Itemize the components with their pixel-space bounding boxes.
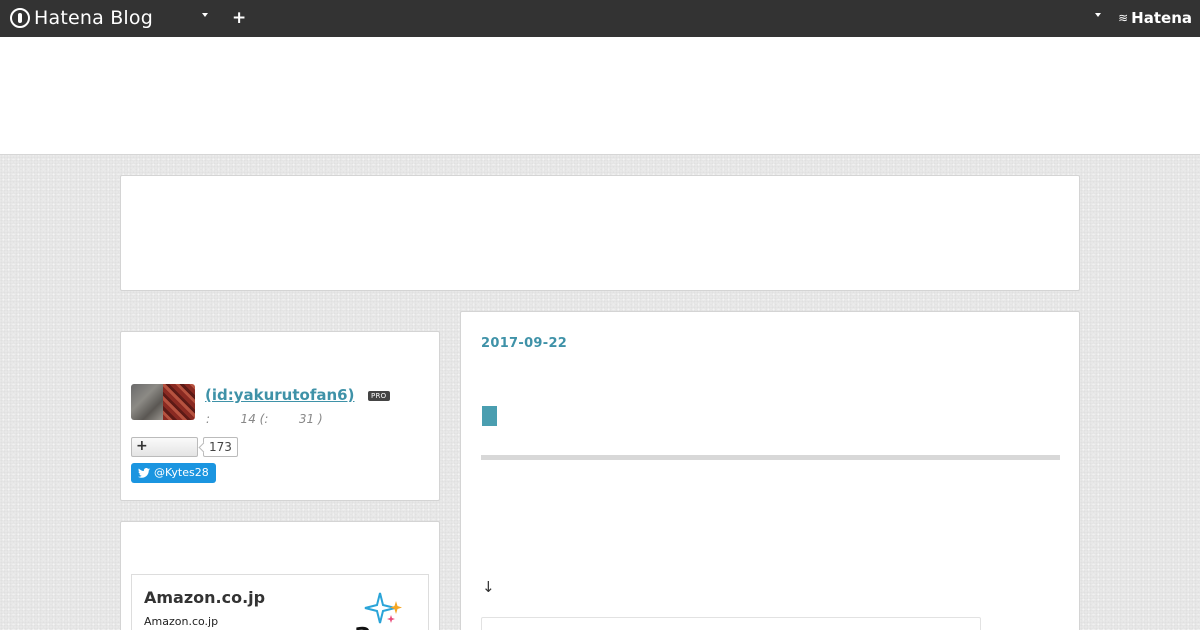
amazon-card[interactable]: Amazon.co.jp Amazon.co.jp a [131, 574, 429, 630]
amazon-subtitle: Amazon.co.jp [144, 615, 219, 628]
pro-badge: PRO [368, 391, 390, 401]
title-divider [481, 455, 1060, 460]
embed-card[interactable] [481, 617, 981, 630]
profile-meta: : 14 (: 31 ) [206, 412, 323, 426]
entry-date[interactable]: 2017-09-22 [481, 336, 567, 351]
amazon-module: Amazon.co.jp Amazon.co.jp a [120, 521, 440, 630]
entry-title-marker[interactable] [482, 406, 497, 426]
profile-id-link[interactable]: (id:yakurutofan6) [205, 386, 354, 404]
amazon-title: Amazon.co.jp [144, 588, 266, 607]
hatena-blog-logo[interactable]: Hatena Blog [10, 6, 153, 30]
follow-button[interactable]: + [131, 437, 198, 457]
amazon-logo-icon: a [354, 592, 402, 630]
twitter-follow-button[interactable]: @Kytes28 [131, 463, 216, 483]
profile-module: (id:yakurutofan6) PRO : 14 (: 31 ) + 173… [120, 331, 440, 501]
twitter-bird-icon [138, 468, 150, 478]
avatar[interactable] [131, 384, 195, 420]
article-entry: 2017-09-22 ↓ [460, 311, 1080, 630]
blog-header [0, 37, 1200, 155]
follower-count: 173 [203, 437, 238, 457]
new-post-button[interactable]: + [232, 8, 246, 28]
logo-text: Hatena Blog [34, 7, 153, 29]
user-menu-chevron-down-icon[interactable] [1095, 13, 1101, 17]
hatena-logo[interactable]: ≋ Hatena [1118, 9, 1192, 27]
blog-menu-chevron-down-icon[interactable] [202, 13, 208, 17]
global-header: Hatena Blog + ≋ Hatena [0, 0, 1200, 37]
down-arrow-text: ↓ [482, 578, 495, 596]
hatena-blog-logo-icon [10, 8, 30, 28]
hatena-brand-text: Hatena [1131, 9, 1192, 27]
twitter-handle: @Kytes28 [154, 466, 209, 479]
svg-text:a: a [354, 618, 372, 630]
hatena-wing-icon: ≋ [1118, 11, 1129, 25]
banner-box [120, 175, 1080, 291]
